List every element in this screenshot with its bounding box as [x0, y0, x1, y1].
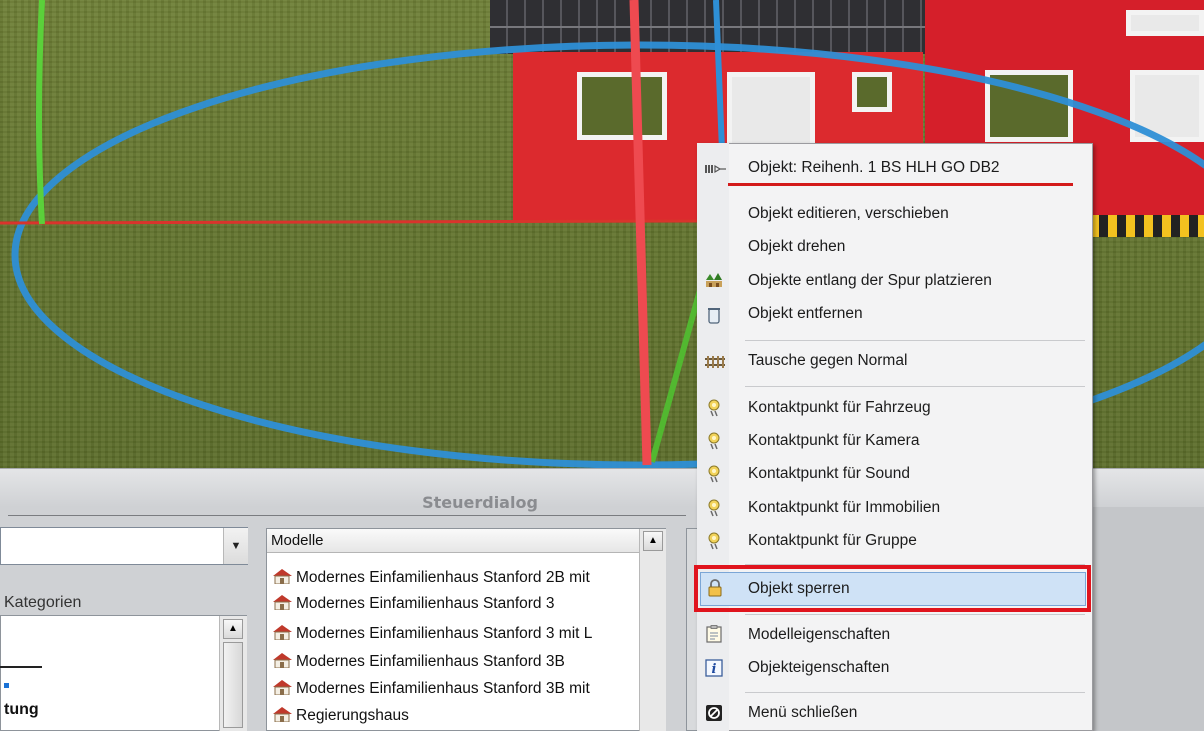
close-menu-icon	[706, 705, 722, 721]
dialog-side-area	[1090, 468, 1204, 731]
contact-point-icon	[708, 499, 720, 517]
menu-separator	[745, 614, 1085, 615]
header-underline	[728, 183, 1073, 186]
menu-item-model-properties[interactable]: Modelleigenschaften	[748, 626, 890, 644]
house-icon	[273, 680, 292, 695]
menu-item-contact-real-estate[interactable]: Kontaktpunkt für Immobilien	[748, 499, 940, 517]
trees-icon	[706, 273, 722, 287]
scroll-up-icon[interactable]: ▲	[643, 531, 663, 551]
track-icon	[705, 356, 725, 368]
scroll-thumb[interactable]	[223, 642, 243, 728]
house-icon	[273, 625, 292, 640]
menu-item-remove[interactable]: Objekt entfernen	[748, 305, 863, 323]
contact-point-icon	[708, 399, 720, 417]
menu-item-contact-vehicle[interactable]: Kontaktpunkt für Fahrzeug	[748, 399, 931, 417]
menu-item-contact-sound[interactable]: Kontaktpunkt für Sound	[748, 465, 910, 483]
tree-line	[0, 666, 42, 668]
tree-node-dot	[4, 683, 9, 688]
category-item[interactable]: tung	[4, 701, 39, 719]
menu-separator	[745, 340, 1085, 341]
house-icon	[273, 595, 292, 610]
house-icon	[273, 707, 292, 722]
house-icon	[273, 569, 292, 584]
menu-item-swap-normal[interactable]: Tausche gegen Normal	[748, 352, 907, 370]
axis-blue-vertical	[713, 0, 725, 151]
categories-scrollbar[interactable]: ▲	[219, 616, 247, 731]
annotation-highlight-box	[694, 565, 1091, 612]
menu-header-object-name: Objekt: Reihenh. 1 BS HLH GO DB2	[748, 159, 1000, 176]
axis-green-curve	[36, 0, 45, 225]
trash-icon	[708, 308, 720, 324]
dropdown-arrow-icon[interactable]: ▼	[223, 528, 248, 564]
info-icon: i	[705, 659, 723, 677]
title-divider	[8, 515, 686, 516]
model-list-item[interactable]: Modernes Einfamilienhaus Stanford 3B	[270, 650, 640, 673]
object-header-icon	[705, 164, 726, 174]
model-list-item[interactable]: Modernes Einfamilienhaus Stanford 3	[270, 592, 640, 615]
menu-separator	[745, 692, 1085, 693]
contact-point-icon	[708, 532, 720, 550]
model-list-item[interactable]: Regierungshaus	[270, 704, 640, 727]
contact-point-icon	[708, 465, 720, 483]
menu-item-place-along-track[interactable]: Objekte entlang der Spur platzieren	[748, 272, 992, 290]
axis-red-vertical	[629, 0, 652, 466]
menu-item-close-menu[interactable]: Menü schließen	[748, 704, 857, 722]
menu-item-edit-move[interactable]: Objekt editieren, verschieben	[748, 205, 949, 223]
menu-item-contact-camera[interactable]: Kontaktpunkt für Kamera	[748, 432, 919, 450]
contact-point-icon	[708, 432, 720, 450]
model-list-item[interactable]: Modernes Einfamilienhaus Stanford 3 mit …	[270, 622, 640, 645]
model-list-item[interactable]: Modernes Einfamilienhaus Stanford 2B mit	[270, 566, 640, 589]
axis-green-lower	[649, 289, 703, 463]
house-icon	[273, 653, 292, 668]
category-dropdown[interactable]	[0, 527, 248, 565]
axis-x-line	[0, 219, 701, 225]
menu-item-rotate[interactable]: Objekt drehen	[748, 238, 845, 256]
menu-item-object-properties[interactable]: Objekteigenschaften	[748, 659, 889, 677]
svg-text:i: i	[712, 662, 717, 677]
model-list-item[interactable]: Modernes Einfamilienhaus Stanford 3B mit	[270, 677, 640, 700]
scroll-up-icon[interactable]: ▲	[223, 619, 243, 639]
models-header[interactable]: Modelle	[267, 529, 639, 553]
menu-separator	[745, 386, 1085, 387]
menu-item-contact-group[interactable]: Kontaktpunkt für Gruppe	[748, 532, 917, 550]
models-scrollbar[interactable]: ▲	[639, 529, 666, 731]
clipboard-icon	[706, 625, 722, 643]
categories-label: Kategorien	[4, 594, 82, 611]
